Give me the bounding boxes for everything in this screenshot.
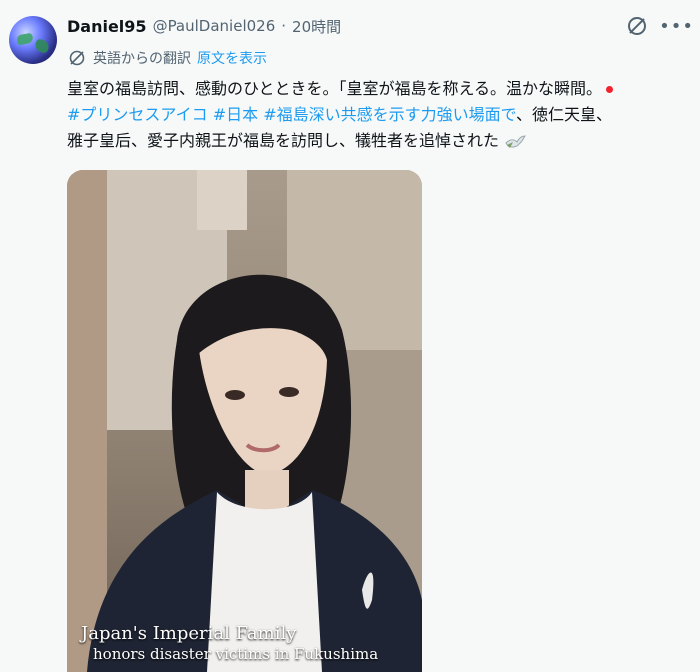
- post-text-line-3-text: 雅子皇后、愛子内親王が福島を訪問し、犠牲者を追悼された: [67, 131, 500, 150]
- post-text: 皇室の福島訪問、感動のひとときを。「皇室が福島を称える。温かな瞬間。 #プリンセ…: [67, 76, 700, 154]
- post-text-line-2-tail: 、徳仁天皇、: [516, 105, 613, 124]
- separator: ·: [281, 17, 287, 35]
- author-handle[interactable]: @PaulDaniel026: [153, 17, 276, 35]
- video-caption-line-1: Japan's Imperial Family: [81, 623, 297, 644]
- hashtag-japan[interactable]: #日本: [213, 105, 258, 124]
- video-caption-line-2: honors disaster victims in Fukushima: [93, 645, 379, 663]
- show-original-link[interactable]: 原文を表示: [197, 48, 267, 68]
- post-text-line-2: #プリンセスアイコ #日本 #福島深い共感を示す力強い場面で、徳仁天皇、: [67, 102, 700, 128]
- red-circle-emoji: [606, 86, 614, 93]
- video-caption: Japan's Imperial Family honors disaster …: [81, 623, 378, 664]
- post-text-line-1-text: 皇室の福島訪問、感動のひとときを。「皇室が福島を称える。温かな瞬間。: [67, 79, 603, 98]
- video-player[interactable]: Japan's Imperial Family honors disaster …: [67, 170, 422, 672]
- author-name[interactable]: Daniel95: [67, 17, 147, 36]
- translated-from-label: 英語からの翻訳: [93, 51, 191, 67]
- grok-icon[interactable]: [625, 14, 649, 38]
- avatar[interactable]: [9, 16, 57, 64]
- hashtag-fukushima[interactable]: #福島深い共感を示す力強い場面で: [263, 105, 516, 124]
- translate-icon: [69, 50, 85, 66]
- post-text-line-3: 雅子皇后、愛子内親王が福島を訪問し、犠牲者を追悼された: [67, 128, 700, 154]
- post-actions: •••: [625, 14, 694, 38]
- hashtag-princess-aiko[interactable]: #プリンセスアイコ: [67, 105, 208, 124]
- dove-emoji: [505, 134, 527, 148]
- post-header: Daniel95 @PaulDaniel026 · 20時間: [67, 15, 341, 37]
- post-time[interactable]: 20時間: [292, 16, 341, 37]
- more-icon[interactable]: •••: [659, 16, 694, 37]
- post-text-line-1: 皇室の福島訪問、感動のひとときを。「皇室が福島を称える。温かな瞬間。: [67, 76, 700, 102]
- video-frame: [67, 170, 422, 672]
- translation-row: 英語からの翻訳 原文を表示: [67, 48, 267, 68]
